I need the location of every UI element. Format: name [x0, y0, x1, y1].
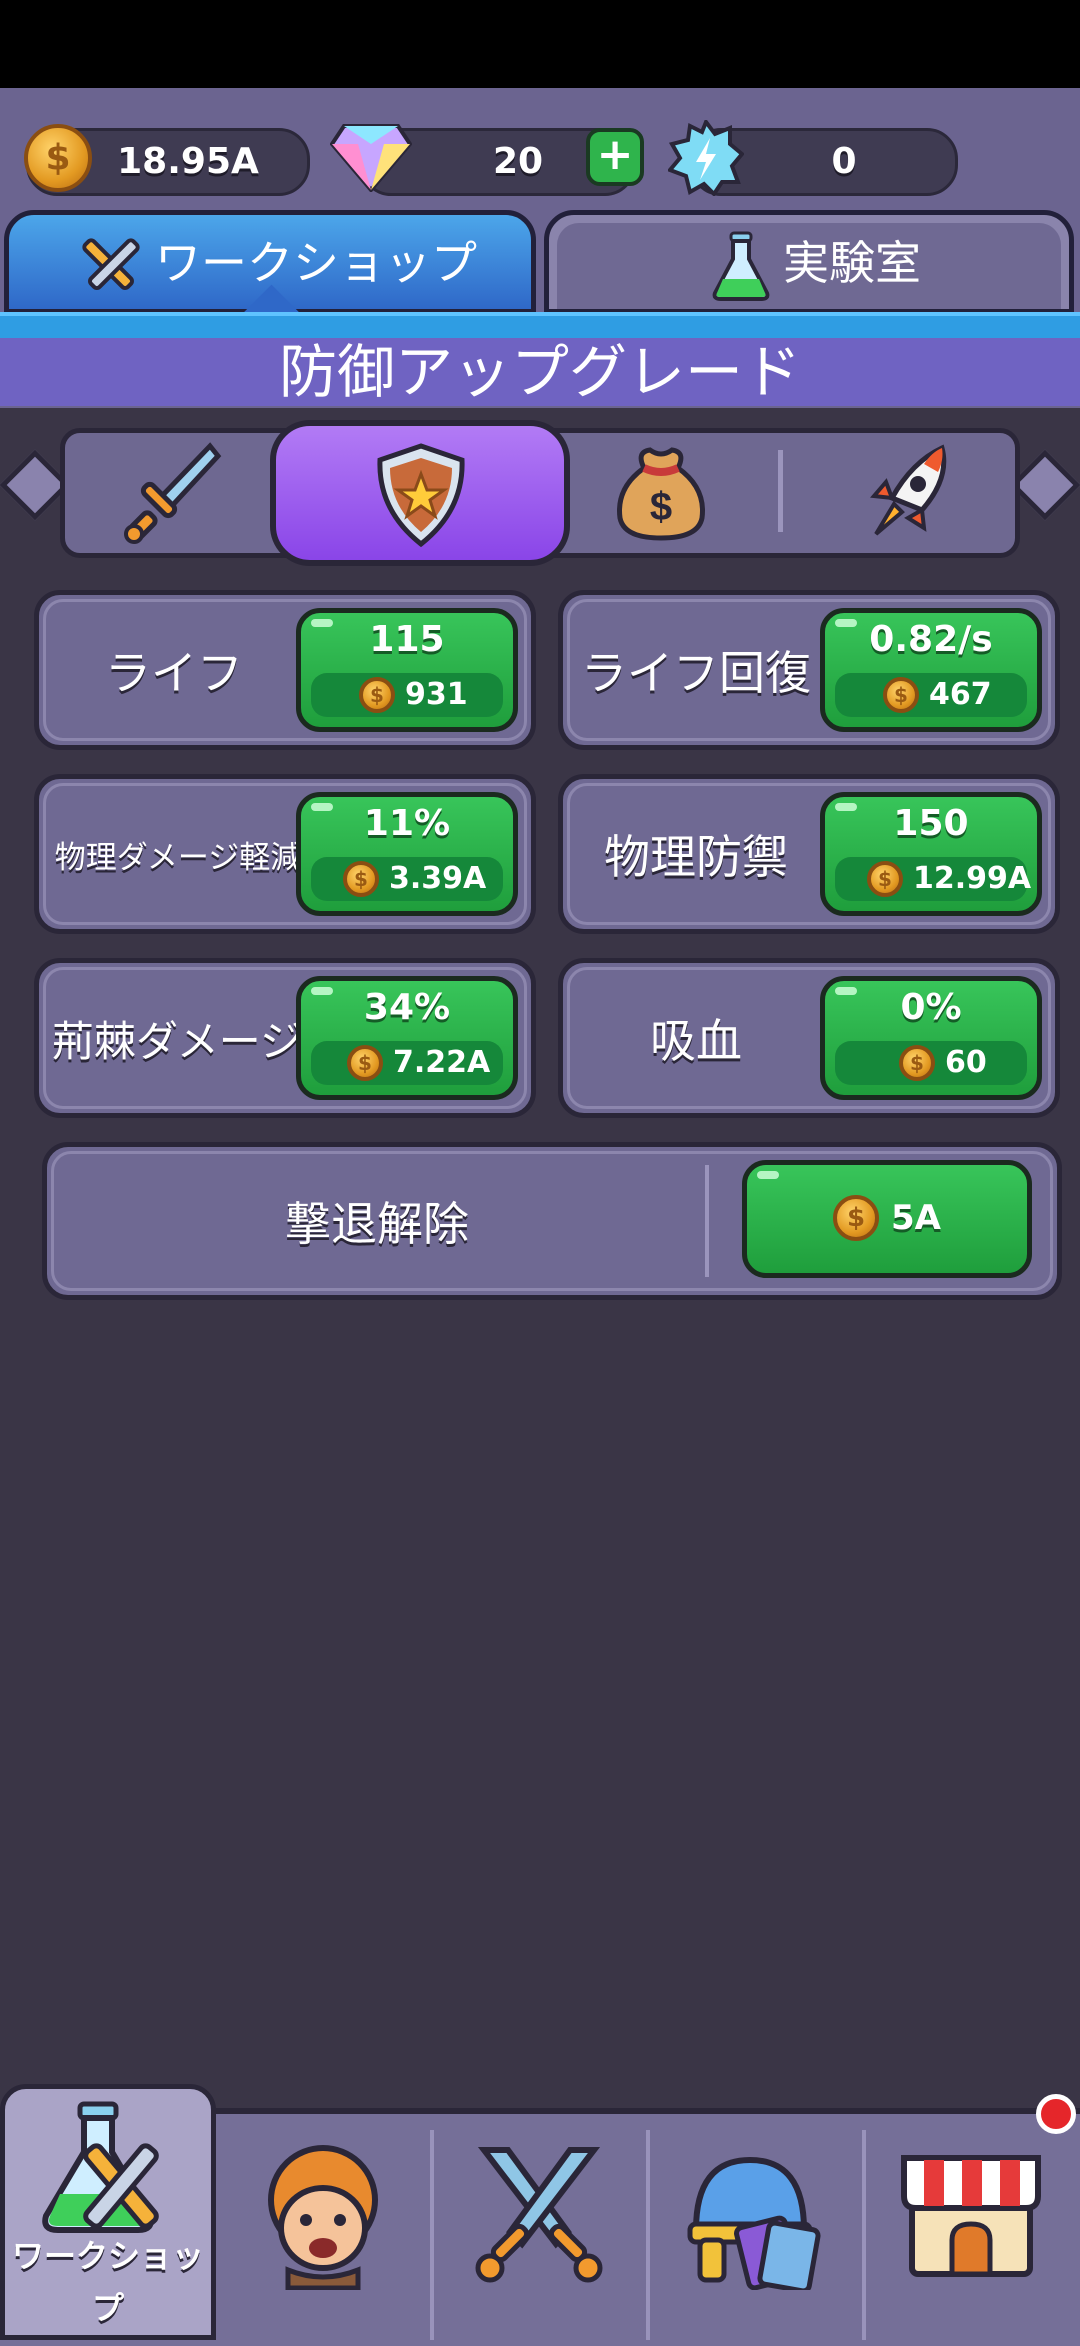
upgrade-cost: 7.22A	[311, 1041, 503, 1085]
unlock-cost: 5A	[891, 1198, 941, 1238]
gem-icon	[330, 124, 412, 192]
upgrade-label: 物理ダメージ軽減	[54, 839, 302, 876]
upgrade-value: 34%	[363, 987, 451, 1028]
coin-icon	[833, 1195, 879, 1241]
coin-icon	[899, 1045, 935, 1081]
flask-tools-icon	[42, 2101, 159, 2233]
crossed-swords-icon[interactable]	[464, 2140, 614, 2290]
hero-face-icon[interactable]	[248, 2140, 398, 2290]
svg-text:$: $	[650, 485, 672, 529]
nav-separator	[862, 2130, 866, 2340]
category-divider	[778, 450, 783, 532]
coin-icon	[883, 677, 919, 713]
upgrade-label: ライフ	[105, 646, 243, 700]
coin-icon	[24, 124, 92, 192]
notification-dot	[1036, 2094, 1076, 2134]
nav-workshop-label: ワークショップ	[11, 2237, 204, 2327]
tab-lab[interactable]: 実験室	[544, 210, 1074, 314]
upgrade-cost: 60	[835, 1041, 1027, 1085]
shield-icon[interactable]	[366, 440, 476, 550]
gem-value: 20	[492, 141, 544, 182]
coin-icon	[867, 861, 903, 897]
upgrade-cost-value: 60	[945, 1045, 987, 1080]
shop-icon[interactable]	[896, 2136, 1046, 2286]
tab-workshop[interactable]: ワークショップ	[4, 210, 536, 349]
money-bag-icon[interactable]: $	[606, 438, 716, 548]
upgrade-value: 0.82/s	[869, 619, 993, 660]
upgrade-label: ライフ回復	[581, 646, 811, 700]
upgrade-button-physical-defense[interactable]: 150 12.99A	[820, 792, 1042, 916]
tab-workshop-label: ワークショップ	[155, 236, 477, 290]
upgrade-button-life[interactable]: 115 931	[296, 608, 518, 732]
upgrade-cost: 467	[835, 673, 1027, 717]
flask-icon	[712, 231, 770, 301]
add-gems-button[interactable]: +	[586, 128, 644, 186]
upgrade-cost-value: 7.22A	[393, 1045, 491, 1080]
unlock-button[interactable]: 5A	[742, 1160, 1032, 1278]
upgrade-cost-value: 931	[405, 677, 468, 712]
lightning-star-icon	[668, 120, 744, 196]
nav-separator	[430, 2130, 434, 2340]
unlock-divider	[705, 1165, 709, 1277]
helmet-cards-icon[interactable]	[680, 2140, 830, 2290]
coin-icon	[343, 861, 379, 897]
tab-lab-label: 実験室	[783, 236, 921, 290]
nav-separator	[646, 2130, 650, 2340]
upgrade-value: 0%	[900, 987, 962, 1028]
upgrade-cost: 931	[311, 673, 503, 717]
unlock-label: 撃退解除	[285, 1197, 469, 1251]
upgrade-value: 11%	[363, 803, 451, 844]
upgrade-cost-value: 12.99A	[913, 861, 1032, 896]
sword-icon[interactable]	[118, 438, 228, 548]
status-bar	[0, 0, 1080, 88]
section-title: 防御アップグレード	[0, 338, 1080, 406]
category-scroll-right[interactable]	[1009, 449, 1080, 521]
rocket-icon[interactable]	[852, 438, 962, 548]
coin-icon	[359, 677, 395, 713]
upgrade-button-lifesteal[interactable]: 0% 60	[820, 976, 1042, 1100]
upgrade-value: 115	[369, 619, 445, 660]
energy-value: 0	[831, 141, 857, 182]
upgrade-button-damage-reduction[interactable]: 11% 3.39A	[296, 792, 518, 916]
coin-icon	[347, 1045, 383, 1081]
upgrade-button-thorns[interactable]: 34% 7.22A	[296, 976, 518, 1100]
upgrade-cost-value: 467	[929, 677, 992, 712]
upgrade-value: 150	[893, 803, 969, 844]
wrench-screwdriver-icon	[82, 238, 140, 290]
upgrade-cost: 12.99A	[835, 857, 1031, 901]
upgrade-button-life-regen[interactable]: 0.82/s 467	[820, 608, 1042, 732]
coin-value: 18.95A	[117, 141, 259, 182]
upgrade-label: 荊棘ダメージ	[52, 1016, 302, 1066]
upgrade-label: 吸血	[650, 1014, 742, 1068]
upgrade-cost: 3.39A	[311, 857, 503, 901]
upgrade-cost-value: 3.39A	[389, 861, 487, 896]
upgrade-label: 物理防禦	[604, 830, 788, 884]
